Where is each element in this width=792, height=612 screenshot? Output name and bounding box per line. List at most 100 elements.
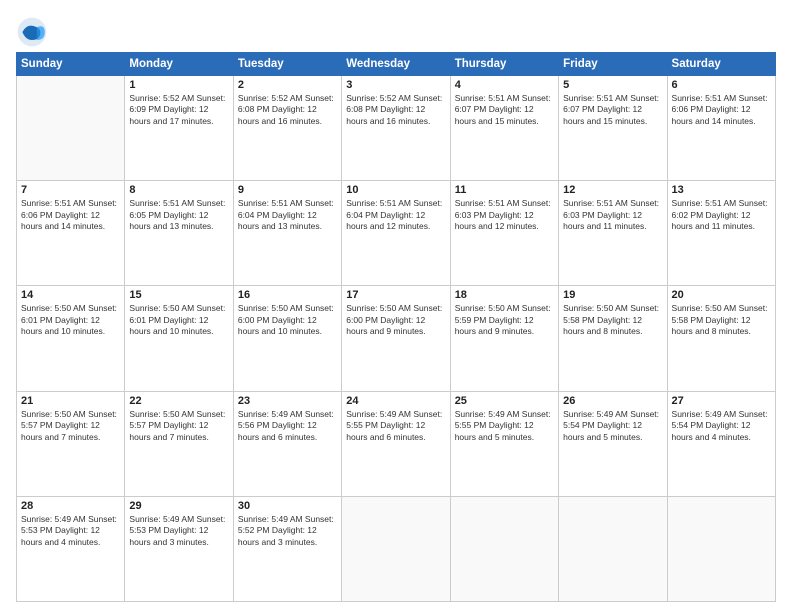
day-number: 19 xyxy=(563,289,662,301)
day-number: 20 xyxy=(672,289,771,301)
cell-info: Sunrise: 5:49 AM Sunset: 5:54 PM Dayligh… xyxy=(672,409,771,443)
calendar-cell: 4 Sunrise: 5:51 AM Sunset: 6:07 PM Daylig… xyxy=(450,76,558,181)
calendar-week-row: 28 Sunrise: 5:49 AM Sunset: 5:53 PM Dayli… xyxy=(17,496,776,601)
day-number: 4 xyxy=(455,79,554,91)
day-number: 24 xyxy=(346,395,445,407)
calendar-cell: 28 Sunrise: 5:49 AM Sunset: 5:53 PM Dayli… xyxy=(17,496,125,601)
cell-info: Sunrise: 5:50 AM Sunset: 5:58 PM Dayligh… xyxy=(672,303,771,337)
cell-info: Sunrise: 5:51 AM Sunset: 6:03 PM Dayligh… xyxy=(563,198,662,232)
day-number: 5 xyxy=(563,79,662,91)
day-number: 15 xyxy=(129,289,228,301)
cell-info: Sunrise: 5:51 AM Sunset: 6:07 PM Dayligh… xyxy=(455,93,554,127)
cell-info: Sunrise: 5:50 AM Sunset: 6:00 PM Dayligh… xyxy=(238,303,337,337)
cell-info: Sunrise: 5:51 AM Sunset: 6:05 PM Dayligh… xyxy=(129,198,228,232)
calendar-cell: 29 Sunrise: 5:49 AM Sunset: 5:53 PM Dayli… xyxy=(125,496,233,601)
day-number: 14 xyxy=(21,289,120,301)
cell-info: Sunrise: 5:51 AM Sunset: 6:03 PM Dayligh… xyxy=(455,198,554,232)
calendar-cell: 8 Sunrise: 5:51 AM Sunset: 6:05 PM Daylig… xyxy=(125,181,233,286)
day-number: 21 xyxy=(21,395,120,407)
header xyxy=(16,12,776,48)
cell-info: Sunrise: 5:50 AM Sunset: 6:01 PM Dayligh… xyxy=(129,303,228,337)
cell-info: Sunrise: 5:52 AM Sunset: 6:08 PM Dayligh… xyxy=(238,93,337,127)
cell-info: Sunrise: 5:50 AM Sunset: 5:57 PM Dayligh… xyxy=(21,409,120,443)
calendar-cell: 25Sunrise: 5:49 AM Sunset: 5:55 PM Dayli… xyxy=(450,391,558,496)
calendar-table: SundayMondayTuesdayWednesdayThursdayFrid… xyxy=(16,52,776,602)
cell-info: Sunrise: 5:52 AM Sunset: 6:09 PM Dayligh… xyxy=(129,93,228,127)
cell-info: Sunrise: 5:49 AM Sunset: 5:55 PM Dayligh… xyxy=(346,409,445,443)
calendar-cell xyxy=(559,496,667,601)
cell-info: Sunrise: 5:50 AM Sunset: 5:59 PM Dayligh… xyxy=(455,303,554,337)
cell-info: Sunrise: 5:49 AM Sunset: 5:53 PM Dayligh… xyxy=(21,514,120,548)
day-number: 13 xyxy=(672,184,771,196)
day-number: 16 xyxy=(238,289,337,301)
cell-info: Sunrise: 5:50 AM Sunset: 6:00 PM Dayligh… xyxy=(346,303,445,337)
day-number: 26 xyxy=(563,395,662,407)
calendar-header-wednesday: Wednesday xyxy=(342,53,450,76)
calendar-cell xyxy=(342,496,450,601)
logo xyxy=(16,16,52,48)
calendar-cell: 3 Sunrise: 5:52 AM Sunset: 6:08 PM Daylig… xyxy=(342,76,450,181)
day-number: 17 xyxy=(346,289,445,301)
day-number: 1 xyxy=(129,79,228,91)
day-number: 23 xyxy=(238,395,337,407)
day-number: 11 xyxy=(455,184,554,196)
calendar-week-row: 21 Sunrise: 5:50 AM Sunset: 5:57 PM Dayli… xyxy=(17,391,776,496)
calendar-cell xyxy=(17,76,125,181)
cell-info: Sunrise: 5:51 AM Sunset: 6:02 PM Dayligh… xyxy=(672,198,771,232)
calendar-cell: 27 Sunrise: 5:49 AM Sunset: 5:54 PM Dayli… xyxy=(667,391,775,496)
calendar-cell: 30 Sunrise: 5:49 AM Sunset: 5:52 PM Dayli… xyxy=(233,496,341,601)
calendar-cell: 20 Sunrise: 5:50 AM Sunset: 5:58 PM Dayli… xyxy=(667,286,775,391)
day-number: 22 xyxy=(129,395,228,407)
cell-info: Sunrise: 5:51 AM Sunset: 6:04 PM Dayligh… xyxy=(238,198,337,232)
calendar-cell: 23Sunrise: 5:49 AM Sunset: 5:56 PM Dayli… xyxy=(233,391,341,496)
day-number: 30 xyxy=(238,500,337,512)
calendar-header-thursday: Thursday xyxy=(450,53,558,76)
calendar-cell: 11 Sunrise: 5:51 AM Sunset: 6:03 PM Dayli… xyxy=(450,181,558,286)
day-number: 28 xyxy=(21,500,120,512)
calendar-cell: 24 Sunrise: 5:49 AM Sunset: 5:55 PM Dayli… xyxy=(342,391,450,496)
calendar-cell: 2 Sunrise: 5:52 AM Sunset: 6:08 PM Daylig… xyxy=(233,76,341,181)
cell-info: Sunrise: 5:49 AM Sunset: 5:52 PM Dayligh… xyxy=(238,514,337,548)
cell-info: Sunrise: 5:51 AM Sunset: 6:04 PM Dayligh… xyxy=(346,198,445,232)
day-number: 8 xyxy=(129,184,228,196)
cell-info: Sunrise: 5:52 AM Sunset: 6:08 PM Dayligh… xyxy=(346,93,445,127)
calendar-week-row: 7 Sunrise: 5:51 AM Sunset: 6:06 PM Daylig… xyxy=(17,181,776,286)
calendar-cell: 15 Sunrise: 5:50 AM Sunset: 6:01 PM Dayli… xyxy=(125,286,233,391)
day-number: 12 xyxy=(563,184,662,196)
day-number: 25 xyxy=(455,395,554,407)
logo-icon xyxy=(16,16,48,48)
day-number: 2 xyxy=(238,79,337,91)
calendar-cell: 26 Sunrise: 5:49 AM Sunset: 5:54 PM Dayli… xyxy=(559,391,667,496)
day-number: 27 xyxy=(672,395,771,407)
calendar-cell: 9 Sunrise: 5:51 AM Sunset: 6:04 PM Daylig… xyxy=(233,181,341,286)
calendar-cell: 14Sunrise: 5:50 AM Sunset: 6:01 PM Dayli… xyxy=(17,286,125,391)
calendar-cell: 6Sunrise: 5:51 AM Sunset: 6:06 PM Daylig… xyxy=(667,76,775,181)
day-number: 6 xyxy=(672,79,771,91)
calendar-header-friday: Friday xyxy=(559,53,667,76)
calendar-cell: 5Sunrise: 5:51 AM Sunset: 6:07 PM Daylig… xyxy=(559,76,667,181)
calendar-cell: 7 Sunrise: 5:51 AM Sunset: 6:06 PM Daylig… xyxy=(17,181,125,286)
cell-info: Sunrise: 5:50 AM Sunset: 5:57 PM Dayligh… xyxy=(129,409,228,443)
calendar-cell: 21 Sunrise: 5:50 AM Sunset: 5:57 PM Dayli… xyxy=(17,391,125,496)
day-number: 10 xyxy=(346,184,445,196)
day-number: 7 xyxy=(21,184,120,196)
day-number: 3 xyxy=(346,79,445,91)
page: SundayMondayTuesdayWednesdayThursdayFrid… xyxy=(0,0,792,612)
calendar-cell: 13 Sunrise: 5:51 AM Sunset: 6:02 PM Dayli… xyxy=(667,181,775,286)
cell-info: Sunrise: 5:51 AM Sunset: 6:06 PM Dayligh… xyxy=(21,198,120,232)
calendar-cell: 10 Sunrise: 5:51 AM Sunset: 6:04 PM Dayli… xyxy=(342,181,450,286)
calendar-header-sunday: Sunday xyxy=(17,53,125,76)
day-number: 29 xyxy=(129,500,228,512)
calendar-header-monday: Monday xyxy=(125,53,233,76)
calendar-cell: 19 Sunrise: 5:50 AM Sunset: 5:58 PM Dayli… xyxy=(559,286,667,391)
calendar-header-tuesday: Tuesday xyxy=(233,53,341,76)
cell-info: Sunrise: 5:50 AM Sunset: 5:58 PM Dayligh… xyxy=(563,303,662,337)
calendar-cell xyxy=(667,496,775,601)
calendar-cell: 12 Sunrise: 5:51 AM Sunset: 6:03 PM Dayli… xyxy=(559,181,667,286)
day-number: 9 xyxy=(238,184,337,196)
calendar-header-row: SundayMondayTuesdayWednesdayThursdayFrid… xyxy=(17,53,776,76)
cell-info: Sunrise: 5:49 AM Sunset: 5:53 PM Dayligh… xyxy=(129,514,228,548)
calendar-cell: 1 Sunrise: 5:52 AM Sunset: 6:09 PM Daylig… xyxy=(125,76,233,181)
calendar-cell: 16 Sunrise: 5:50 AM Sunset: 6:00 PM Dayli… xyxy=(233,286,341,391)
cell-info: Sunrise: 5:49 AM Sunset: 5:54 PM Dayligh… xyxy=(563,409,662,443)
